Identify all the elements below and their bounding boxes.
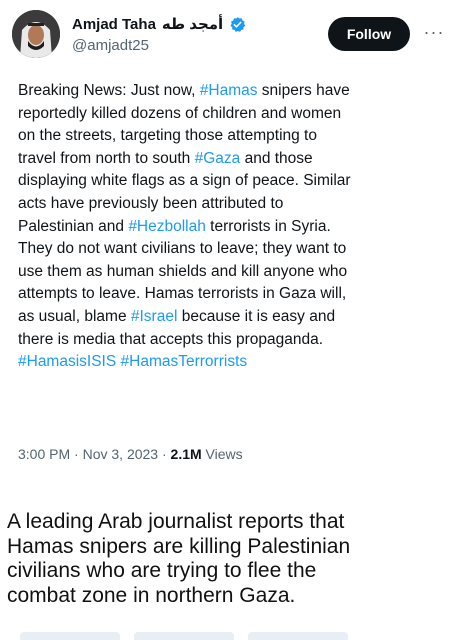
hashtag-link[interactable]: #Hezbollah (128, 218, 206, 235)
author-handle[interactable]: @amjadt25 (72, 37, 149, 54)
tweet-text-segment: Breaking News: Just now, (18, 82, 200, 99)
tweet-text-segment: as usual, blame (18, 307, 131, 325)
tweet-text-segment: because it is easy and (177, 307, 336, 325)
caption-line: civilians who are trying to flee the (7, 559, 317, 582)
tweet-text-segment: reportedly killed dozens of children and… (18, 104, 342, 122)
follow-button[interactable]: Follow (328, 17, 410, 51)
tweet-meta: 3:00 PM · Nov 3, 2023 · 2.1M Views (18, 446, 243, 462)
caption-line: combat zone in northern Gaza. (7, 583, 296, 607)
avatar[interactable] (12, 10, 60, 58)
tweet-text: Breaking News: Just now, #Hamas snipers … (18, 80, 443, 374)
author-name[interactable]: Amjad Taha (72, 16, 156, 33)
author-name-arabic[interactable]: أمجد طه (162, 15, 223, 33)
tweet-time[interactable]: 3:00 PM (18, 446, 70, 462)
tweet-text-line: acts have previously been attributed to (18, 193, 443, 216)
tweet-text-line: travel from north to south #Gaza and tho… (18, 148, 443, 171)
tweet-text-segment: there is media that accepts this propaga… (18, 330, 324, 348)
tweet-text-segment: snipers have (257, 82, 350, 99)
tweet-text-line: displaying white flags as a sign of peac… (18, 170, 443, 193)
bottom-buttons-hint (0, 632, 458, 640)
author-name-row: Amjad Taha أمجد طه (72, 15, 246, 33)
tweet-text-segment: and those (240, 149, 313, 167)
tweet-text-segment: acts have previously been attributed to (18, 194, 284, 212)
tweet-text-line: as usual, blame #Israel because it is ea… (18, 306, 443, 329)
tweet-text-line: on the streets, targeting those attempti… (18, 125, 443, 148)
tweet-text-segment: travel from north to south (18, 149, 195, 167)
caption-line: A leading Arab journalist reports that (7, 510, 345, 533)
meta-separator: · (70, 446, 83, 462)
avatar-image (12, 10, 60, 58)
tweet-text-segment: They do not want civilians to leave; the… (18, 240, 347, 258)
tweet-text-line: reportedly killed dozens of children and… (18, 103, 443, 126)
hint-shape (248, 632, 348, 640)
tweet-text-line: use them as human shields and kill anyon… (18, 261, 443, 284)
hashtag-link[interactable]: #Israel (131, 308, 178, 325)
tweet-text-line: Palestinian and #Hezbollah terrorists in… (18, 216, 443, 239)
verified-badge-icon (230, 16, 246, 32)
tweet-date[interactable]: Nov 3, 2023 (83, 446, 159, 462)
hashtag-link[interactable]: #Gaza (195, 150, 241, 167)
more-horizontal-icon[interactable]: ··· (420, 20, 448, 44)
tweet-text-line: there is media that accepts this propaga… (18, 329, 443, 352)
tweet-card: Amjad Taha أمجد طه @amjadt25 Follow ··· … (0, 0, 458, 490)
meta-separator: · (158, 446, 171, 462)
tweet-text-line: #HamasisISIS #HamasTerrorrists (18, 351, 443, 374)
tweet-text-segment: displaying white flags as a sign of peac… (18, 172, 351, 190)
views-count: 2.1M (170, 446, 202, 462)
tweet-text-line: Breaking News: Just now, #Hamas snipers … (18, 80, 443, 103)
hint-shape (20, 632, 120, 640)
tweet-text-line: They do not want civilians to leave; the… (18, 238, 443, 261)
tweet-text-segment: terrorists in Syria. (205, 217, 331, 235)
hashtag-link[interactable]: #HamasisISIS (18, 353, 116, 370)
tweet-text-segment: use them as human shields and kill anyon… (18, 262, 348, 280)
hashtag-link[interactable]: #Hamas (200, 82, 258, 99)
caption-line: Hamas snipers are killing Palestinian (7, 534, 351, 558)
tweet-text-segment: Palestinian and (18, 217, 129, 235)
hashtag-link[interactable]: #HamasTerrorrists (121, 353, 248, 370)
caption-text: A leading Arab journalist reports that Ha… (7, 510, 447, 608)
tweet-text-segment: attempts to leave. Hamas terrorists in G… (18, 285, 347, 303)
tweet-text-segment: on the streets, targeting those attempti… (18, 127, 317, 145)
tweet-text-line: attempts to leave. Hamas terrorists in G… (18, 283, 443, 306)
views-label: Views (201, 446, 243, 462)
hint-shape (134, 632, 234, 640)
